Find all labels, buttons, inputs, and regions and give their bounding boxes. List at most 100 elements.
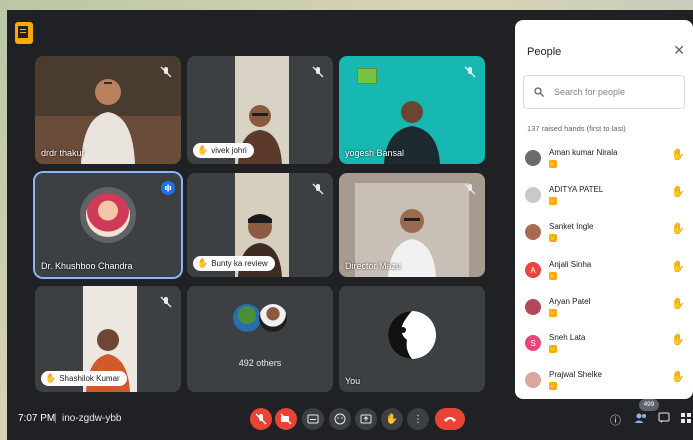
activities-icon[interactable] bbox=[680, 412, 692, 427]
raised-hand-icon[interactable]: ✋ bbox=[671, 333, 685, 346]
mic-off-icon bbox=[159, 295, 173, 309]
avatar bbox=[525, 224, 541, 240]
raise-hand-icon: ✋ bbox=[385, 413, 399, 425]
meet-window: drdr thakur ✋ vivek johri yogesh Bansal bbox=[7, 10, 693, 440]
avatar: A bbox=[525, 262, 541, 278]
list-item[interactable]: Sanket Ingle ✋ ✋ bbox=[525, 220, 685, 248]
mic-off-icon bbox=[159, 65, 173, 79]
others-tile[interactable]: 492 others bbox=[187, 286, 333, 392]
self-tile[interactable]: You bbox=[339, 286, 485, 392]
list-item[interactable]: Prajwal Shelke ✋ ✋ bbox=[525, 368, 685, 396]
raised-hand-icon: ✋ bbox=[197, 145, 209, 155]
hand-badge-icon: ✋ bbox=[549, 234, 557, 242]
more-options-button[interactable]: ⋮ bbox=[407, 408, 429, 430]
camera-off-icon bbox=[280, 413, 292, 425]
list-item[interactable]: Aman kumar Nirala ✋ ✋ bbox=[525, 146, 685, 174]
captions-button[interactable] bbox=[302, 408, 324, 430]
participant-name: drdr thakur bbox=[41, 148, 85, 158]
raised-hand-icon[interactable]: ✋ bbox=[671, 260, 685, 273]
participant-name: ✋ Bunty ka review bbox=[193, 256, 275, 271]
participant-tile[interactable]: drdr thakur bbox=[35, 56, 181, 164]
others-avatar bbox=[259, 304, 287, 332]
list-item[interactable]: ADITYA PATEL ✋ ✋ bbox=[525, 183, 685, 211]
person-name: Anjali Sinha bbox=[549, 260, 592, 269]
person-name: ADITYA PATEL bbox=[549, 185, 604, 194]
raised-hand-icon[interactable]: ✋ bbox=[671, 148, 685, 161]
participant-tile[interactable]: Director Mazu bbox=[339, 173, 485, 277]
raised-hand-icon[interactable]: ✋ bbox=[671, 185, 685, 198]
mic-toggle-button[interactable] bbox=[250, 408, 272, 430]
raised-hand-icon[interactable]: ✋ bbox=[671, 370, 685, 383]
clock: 7:07 PM bbox=[18, 413, 56, 424]
search-icon bbox=[534, 87, 544, 97]
search-box[interactable] bbox=[523, 75, 685, 109]
raised-hand-icon: ✋ bbox=[45, 373, 57, 383]
participant-tile[interactable]: ✋ Bunty ka review bbox=[187, 173, 333, 277]
raised-hands-label: 137 raised hands (first to last) bbox=[527, 124, 626, 133]
chat-icon[interactable] bbox=[658, 412, 670, 427]
people-icon[interactable] bbox=[634, 412, 648, 427]
others-avatar bbox=[233, 304, 261, 332]
search-input[interactable] bbox=[552, 86, 676, 98]
hand-badge-icon: ✋ bbox=[549, 309, 557, 317]
mic-off-icon bbox=[311, 182, 325, 196]
present-icon bbox=[360, 414, 372, 424]
participant-tile[interactable]: ✋ vivek johri bbox=[187, 56, 333, 164]
participant-tile[interactable]: Dr. Khushboo Chandra bbox=[35, 173, 181, 277]
person-name: Aman kumar Nirala bbox=[549, 148, 618, 157]
raise-hand-button[interactable]: ✋ bbox=[381, 408, 403, 430]
reactions-button[interactable] bbox=[329, 408, 351, 430]
leave-call-button[interactable] bbox=[435, 408, 465, 430]
self-avatar bbox=[388, 311, 436, 359]
mic-off-icon bbox=[311, 65, 325, 79]
raised-hand-icon[interactable]: ✋ bbox=[671, 222, 685, 235]
person-name: Aryan Patel bbox=[549, 297, 591, 306]
list-item[interactable]: Aryan Patel ✋ ✋ bbox=[525, 295, 685, 323]
raised-hand-icon[interactable]: ✋ bbox=[671, 297, 685, 310]
meeting-details-icon[interactable]: ⓘ bbox=[610, 412, 621, 428]
list-item[interactable]: A Anjali Sinha ✋ ✋ bbox=[525, 258, 685, 286]
others-count: 492 others bbox=[238, 358, 282, 368]
hand-badge-icon: ✋ bbox=[549, 272, 557, 280]
hand-badge-icon: ✋ bbox=[549, 345, 557, 353]
person-name: Prajwal Shelke bbox=[549, 370, 602, 379]
avatar bbox=[525, 187, 541, 203]
participant-name: ✋ vivek johri bbox=[193, 143, 254, 158]
mic-off-icon bbox=[463, 65, 477, 79]
mic-off-icon bbox=[463, 182, 477, 196]
participant-name: yogesh Bansal bbox=[345, 148, 405, 158]
meeting-code: ino-zgdw-ybb bbox=[62, 413, 122, 424]
hand-badge-icon: ✋ bbox=[549, 197, 557, 205]
more-vert-icon: ⋮ bbox=[413, 413, 423, 425]
hand-badge-icon: ✋ bbox=[549, 160, 557, 168]
panel-title: People bbox=[527, 46, 562, 58]
people-panel: People ✕ 137 raised hands (first to last… bbox=[515, 20, 693, 399]
participant-tile[interactable]: ✋ Shashilok Kumar bbox=[35, 286, 181, 392]
participant-count-badge: 499 bbox=[639, 399, 659, 411]
participant-avatar bbox=[80, 187, 136, 243]
participant-tile[interactable]: yogesh Bansal bbox=[339, 56, 485, 164]
list-item[interactable]: S Sneh Lata ✋ ✋ bbox=[525, 331, 685, 359]
speaking-indicator-icon bbox=[161, 181, 175, 195]
bottom-toolbar: 7:07 PM | ino-zgdw-ybb ✋ ⋮ ⓘ 499 bbox=[7, 399, 693, 440]
emoji-icon bbox=[334, 413, 346, 425]
meeting-info-button[interactable] bbox=[15, 22, 33, 44]
avatar bbox=[525, 150, 541, 166]
raised-hand-icon: ✋ bbox=[197, 258, 209, 268]
mic-off-icon bbox=[255, 413, 267, 425]
person-name: Sneh Lata bbox=[549, 333, 586, 342]
separator: | bbox=[54, 413, 57, 424]
avatar bbox=[525, 372, 541, 388]
wall-poster bbox=[357, 68, 377, 84]
avatar: S bbox=[525, 335, 541, 351]
close-icon[interactable]: ✕ bbox=[673, 42, 685, 59]
present-button[interactable] bbox=[355, 408, 377, 430]
avatar bbox=[525, 299, 541, 315]
camera-toggle-button[interactable] bbox=[275, 408, 297, 430]
captions-icon bbox=[307, 414, 319, 424]
participant-name: Dr. Khushboo Chandra bbox=[41, 261, 133, 271]
end-call-icon bbox=[444, 417, 456, 422]
participant-name: Director Mazu bbox=[345, 261, 402, 271]
document-icon bbox=[18, 26, 28, 38]
hand-badge-icon: ✋ bbox=[549, 382, 557, 390]
